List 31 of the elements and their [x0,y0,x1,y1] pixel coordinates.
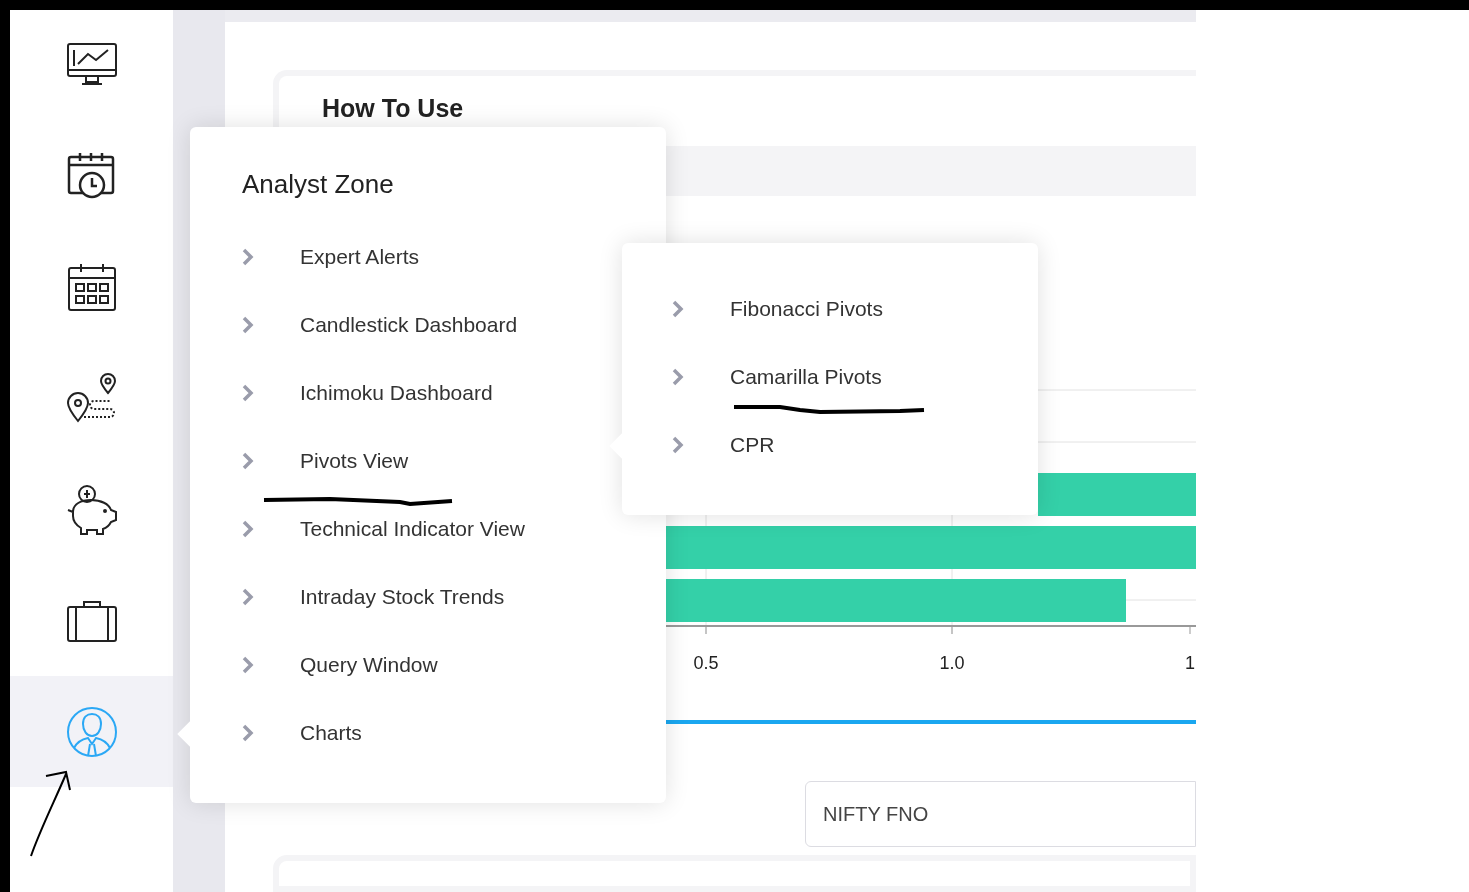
menu-item[interactable]: Charts [300,717,362,749]
menu-title: Analyst Zone [242,168,395,201]
chevron-right-icon [672,436,684,454]
tick-label: 1.0 [939,652,965,676]
chevron-right-icon [672,368,684,386]
map-route-icon[interactable] [65,372,118,425]
chevron-right-icon [242,588,254,606]
section-heading: How To Use [322,94,464,122]
tick-label: 0.5 [693,652,719,676]
menu-item[interactable]: Intraday Stock Trends [300,581,505,613]
briefcase-icon[interactable] [65,598,118,643]
chevron-right-icon [672,300,684,318]
chevron-right-icon [242,724,254,742]
menu-item[interactable]: Expert Alerts [300,241,420,273]
tick-label: 1 [1185,652,1195,676]
calendar-icon[interactable] [65,261,118,314]
menu-item[interactable]: CPR [730,429,775,461]
chevron-right-icon [242,248,254,266]
chevron-right-icon [242,656,254,674]
menu-item[interactable]: Camarilla Pivots [730,361,882,393]
menu-item[interactable]: Fibonacci Pivots [730,293,883,325]
menu-item[interactable]: Pivots View [300,445,409,477]
menu-item[interactable]: Ichimoku Dashboard [300,377,493,409]
menu-item[interactable]: Query Window [300,649,438,681]
chevron-right-icon [242,384,254,402]
chevron-right-icon [242,452,254,470]
chevron-right-icon [242,316,254,334]
menu-item[interactable]: Technical Indicator View [300,513,525,545]
market-select[interactable]: NIFTY FNO [805,781,1196,848]
menu-item[interactable]: Candlestick Dashboard [300,309,518,341]
chevron-right-icon [242,520,254,538]
